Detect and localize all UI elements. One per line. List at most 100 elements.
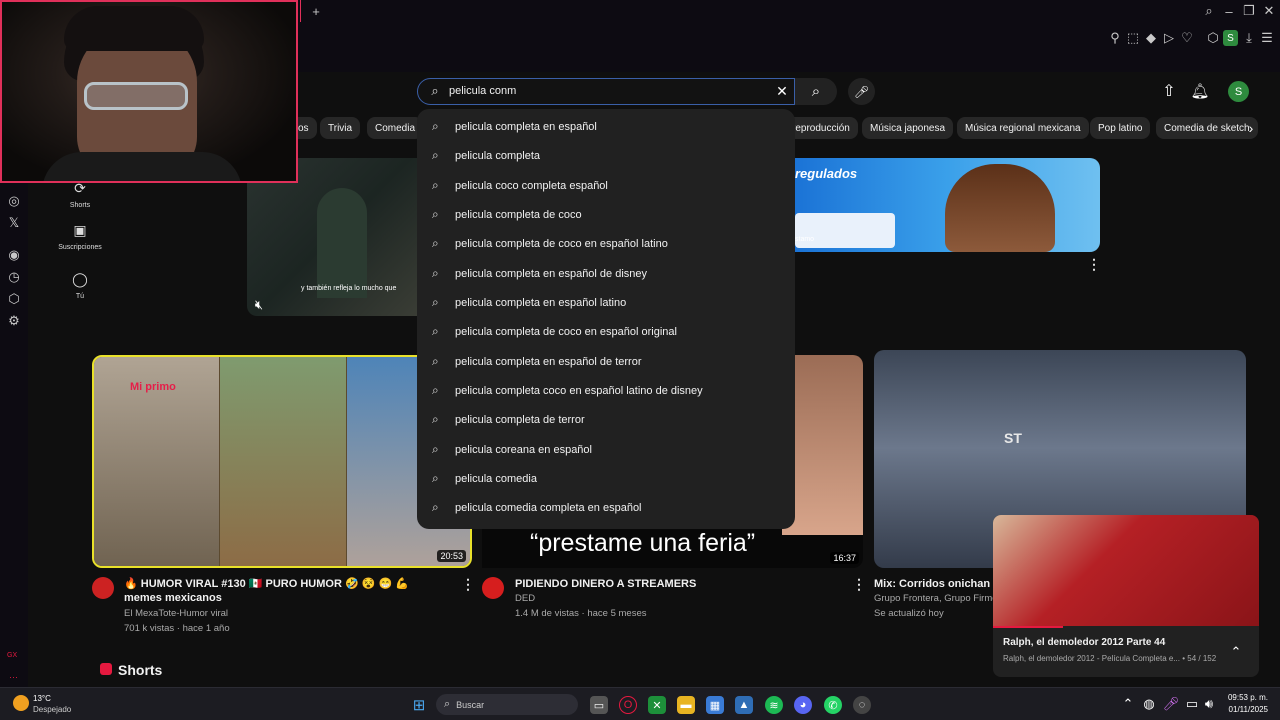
video-more-icon[interactable]: ⋮	[461, 576, 475, 593]
channel-avatar[interactable]	[92, 577, 114, 599]
heart-icon[interactable]: ♡	[1180, 30, 1194, 45]
discord-icon[interactable]: ◕	[794, 696, 812, 714]
player-icon[interactable]: ▷	[1162, 30, 1176, 45]
instagram-icon[interactable]: ◎	[7, 193, 21, 208]
upload-icon[interactable]: ⇧	[1160, 82, 1178, 100]
volume-icon[interactable]: 🔊︎	[1203, 696, 1215, 711]
suggestion-item[interactable]: ⌕ pelicula completa de terror	[417, 405, 795, 434]
weather-condition[interactable]: Despejado	[33, 705, 71, 714]
taskbar-search[interactable]: ⌕ Buscar	[436, 694, 578, 715]
chip-comedia-sketch[interactable]: Comedia de sketch	[1156, 117, 1258, 139]
video-title[interactable]: PIDIENDO DINERO A STREAMERS	[515, 577, 696, 591]
app-icon[interactable]: ◌	[853, 696, 871, 714]
suggestion-item[interactable]: ⌕ pelicula coco completa español	[417, 171, 795, 200]
account-avatar[interactable]: S	[1228, 81, 1249, 102]
featured-person	[317, 188, 367, 298]
suggestion-item[interactable]: ⌕ pelicula completa de coco en español la…	[417, 229, 795, 258]
settings-icon[interactable]: ⚙	[7, 313, 21, 328]
more-icon[interactable]: ···	[9, 672, 18, 682]
opera-gx-taskbar-icon[interactable]: O	[619, 696, 637, 714]
search-icon: ⌕	[432, 266, 439, 280]
suggestion-item[interactable]: ⌕ pelicula completa de coco en español or…	[417, 317, 795, 346]
suggestion-item[interactable]: ⌕ pelicula completa en español latino	[417, 288, 795, 317]
miniplayer-video[interactable]	[993, 515, 1259, 626]
chip-musica-japonesa[interactable]: Música japonesa	[862, 117, 954, 139]
suggestion-item[interactable]: ⌕ pelicula completa	[417, 141, 795, 170]
download-icon[interactable]: ⤓	[1242, 30, 1256, 45]
chips-next-icon[interactable]: ›	[1244, 120, 1258, 136]
maximize-icon[interactable]: ❐	[1242, 3, 1256, 18]
spotify-icon[interactable]: ≋	[765, 696, 783, 714]
pin-icon[interactable]: ⚲	[1108, 30, 1122, 45]
player-sidebar-icon[interactable]: ◉	[7, 247, 21, 262]
snapshot-icon[interactable]: ⬚	[1126, 30, 1140, 45]
video-title[interactable]: Mix: Corridos onichan La	[874, 577, 1006, 591]
channel-name[interactable]: El MexaTote-Humor viral	[124, 608, 228, 619]
new-tab-icon[interactable]: +	[309, 4, 323, 19]
menu-icon[interactable]: ☰	[1260, 30, 1274, 45]
video-more-icon[interactable]: ⋮	[852, 576, 866, 593]
nav-shorts[interactable]: ⟳ Shorts	[56, 180, 104, 209]
suggestion-item[interactable]: ⌕ pelicula completa coco en español latin…	[417, 376, 795, 405]
voice-search-button[interactable]: 🎤︎	[848, 78, 875, 105]
suggestion-item[interactable]: ⌕ pelicula coreana en español	[417, 435, 795, 464]
thumb-overlay-text: Mi primo	[130, 381, 176, 393]
mute-icon[interactable]: 🔇︎	[252, 297, 266, 312]
webcam-hair-top	[64, 6, 204, 51]
channel-avatar[interactable]	[482, 577, 504, 599]
ad-banner[interactable]: regulados stamo	[795, 158, 1100, 252]
nav-subscriptions[interactable]: ▣ Suscripciones	[56, 222, 104, 251]
extensions-sidebar-icon[interactable]: ⬡	[7, 291, 21, 306]
minimize-icon[interactable]: –	[1222, 4, 1236, 19]
tray-mic-icon[interactable]: 🎤︎	[1163, 696, 1180, 711]
suggestion-item[interactable]: ⌕ pelicula completa en español	[417, 112, 795, 141]
search-input[interactable]: pelicula conm	[449, 85, 516, 97]
shield-icon[interactable]: ◆	[1144, 30, 1158, 45]
chip-pop-latino[interactable]: Pop latino	[1090, 117, 1151, 139]
store-icon[interactable]: ▦	[706, 696, 724, 714]
weather-sun-icon[interactable]	[13, 695, 29, 711]
gx-label[interactable]: GX	[7, 652, 17, 659]
network-icon[interactable]: ▭	[1186, 696, 1198, 711]
search-tabs-icon[interactable]: ⌕	[1202, 3, 1216, 18]
suggestion-item[interactable]: ⌕ pelicula completa en español de disney	[417, 259, 795, 288]
photos-icon[interactable]: ▲	[735, 696, 753, 714]
weather-temp[interactable]: 13°C	[33, 694, 51, 703]
tray-expand-icon[interactable]: ⌃	[1122, 696, 1134, 711]
chip-comedia[interactable]: Comedia	[367, 117, 424, 139]
miniplayer-expand-icon[interactable]: ⌃	[1229, 644, 1243, 659]
search-box[interactable]: ⌕ pelicula conm ✕	[417, 78, 795, 105]
clear-search-icon[interactable]: ✕	[775, 83, 789, 99]
ad-more-icon[interactable]: ⋮	[1087, 256, 1101, 273]
clock-time[interactable]: 09:53 p. m.	[1226, 693, 1268, 702]
suggestion-item[interactable]: ⌕ pelicula comedia completa en español	[417, 493, 795, 522]
miniplayer[interactable]: Ralph, el demoledor 2012 Parte 44 Ralph,…	[993, 515, 1259, 677]
whatsapp-icon[interactable]: ✆	[824, 696, 842, 714]
video-title[interactable]: 🔥 HUMOR VIRAL #130 🇲🇽 PURO HUMOR 🤣 😵 😁 💪…	[124, 577, 434, 605]
notifications-bell-icon[interactable]: 🔔︎	[1190, 82, 1209, 100]
suggestion-item[interactable]: ⌕ pelicula completa en español de terror	[417, 347, 795, 376]
clock-date[interactable]: 01/11/2025	[1226, 705, 1268, 714]
task-view-icon[interactable]: ▭	[590, 696, 608, 714]
suggestion-item[interactable]: ⌕ pelicula completa de coco	[417, 200, 795, 229]
chip-reproduccion[interactable]: reproducción	[784, 117, 858, 139]
profile-avatar[interactable]: S	[1223, 30, 1238, 46]
search-button[interactable]: ⌕	[795, 78, 837, 105]
suggestion-item[interactable]: ⌕ pelicula comedia	[417, 464, 795, 493]
close-window-icon[interactable]: ✕	[1262, 3, 1276, 18]
video-thumbnail-1[interactable]: Mi primo 20:53	[92, 355, 472, 568]
xbox-icon[interactable]: ✕	[648, 696, 666, 714]
tray-app-icon[interactable]: ◍	[1143, 696, 1155, 711]
search-icon: ⌕	[432, 295, 439, 309]
nav-you[interactable]: ◯ Tú	[56, 271, 104, 300]
channel-name[interactable]: Grupo Frontera, Grupo Firme,	[874, 593, 1000, 604]
channel-name[interactable]: DED	[515, 593, 535, 604]
chip-trivia[interactable]: Trivia	[320, 117, 361, 139]
chip-musica-regional[interactable]: Música regional mexicana	[957, 117, 1089, 139]
history-icon[interactable]: ◷	[7, 269, 21, 284]
extensions-icon[interactable]: ⬡	[1206, 30, 1220, 45]
windows-start-icon[interactable]: ⊞	[410, 696, 428, 714]
file-explorer-icon[interactable]: ▬	[677, 696, 695, 714]
shorts-heading: Shorts	[118, 662, 163, 678]
x-icon[interactable]: 𝕏	[7, 215, 21, 230]
